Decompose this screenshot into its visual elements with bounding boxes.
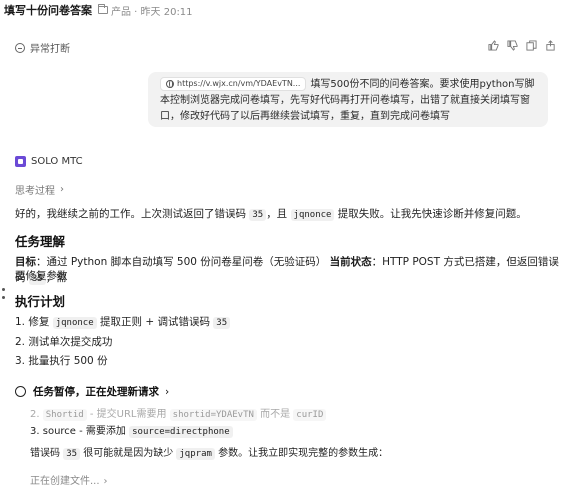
agent-name: SOLO MTC <box>31 156 83 167</box>
step-text: 测试单次提交成功 <box>28 336 113 348</box>
inline-code: curID <box>293 409 327 421</box>
inline-code: jqnonce <box>52 317 97 329</box>
inline-code: 35 <box>213 317 231 329</box>
thumbs-down-icon[interactable] <box>506 40 518 52</box>
plan-step: 1. 修复 jqnonce 提取正则 + 调试错误码 35 <box>15 314 231 331</box>
item-number: 2. <box>30 409 43 420</box>
item-label: source <box>42 426 76 437</box>
goal-label: 目标 <box>15 256 36 268</box>
error-text: 参数。让我立即实现完整的参数生成： <box>214 448 389 459</box>
agent-header: SOLO MTC <box>15 156 83 167</box>
goal-paragraph-line2: 要修复参数 <box>15 270 68 282</box>
inline-code: shortid=YDAEvTN <box>169 409 257 421</box>
inline-code: 35 <box>63 448 81 460</box>
interrupt-button[interactable]: 异常打断 <box>15 40 70 55</box>
chevron-right-icon: › <box>60 184 64 195</box>
heading-task-understanding: 任务理解 <box>15 234 66 249</box>
inline-code: jqpram <box>176 448 215 460</box>
conversation-meta: 产品 · 昨天 20:11 <box>98 3 193 18</box>
globe-icon <box>166 80 174 88</box>
url-chip[interactable]: https://v.wjx.cn/vm/YDAEvTN... <box>160 77 307 91</box>
intro-text-3: 提取失败。让我先快速诊断并修复问题。 <box>334 208 527 220</box>
pending-circle-icon <box>15 386 26 397</box>
project-and-time: 产品 · 昨天 20:11 <box>111 6 193 18</box>
item-text: - 需要添加 <box>75 426 130 437</box>
status-label: 任务暂停，正在处理新请求 <box>33 386 159 398</box>
heading-execution-plan: 执行计划 <box>15 294 66 309</box>
item-number: 3. <box>30 426 43 437</box>
step-number: 3. <box>15 355 29 367</box>
inline-code: 35 <box>249 209 267 221</box>
url-text: https://v.wjx.cn/vm/YDAEvTN... <box>177 79 301 88</box>
intro-text-1: 好的，我继续之前的工作。上次测试返回了错误码 <box>15 208 250 220</box>
error-text: 很可能就是因为缺少 <box>80 448 177 459</box>
inline-code: source=directphone <box>129 426 233 438</box>
creating-label: 正在创建文件... <box>30 476 100 487</box>
interrupt-label: 异常打断 <box>30 44 70 55</box>
goal-text: ：通过 Python 脚本自动填写 500 份问卷星问卷（无验证码） <box>36 256 330 268</box>
error-explanation: 错误码 35 很可能就是因为缺少 jqpram 参数。让我立即实现完整的参数生成… <box>30 446 388 462</box>
thumbs-up-icon[interactable] <box>487 40 499 52</box>
thinking-label: 思考过程 <box>15 186 55 197</box>
top-bar: 填写十份问卷答案 产品 · 昨天 20:11 <box>0 0 566 20</box>
chevron-right-icon: › <box>103 476 108 487</box>
intro-text-2: ，且 <box>266 208 291 220</box>
conversation-title: 填写十份问卷答案 <box>4 4 92 17</box>
faded-list-item: 2. Shortid - 提交URL需要用 shortid=YDAEvTN 而不… <box>30 405 327 421</box>
share-icon[interactable] <box>544 40 556 52</box>
chevron-right-icon: › <box>165 385 170 398</box>
agent-logo-icon <box>15 156 26 167</box>
inline-code: jqnonce <box>290 209 335 221</box>
state-label: 当前状态 <box>329 256 372 268</box>
source-list-item: 3. source - 需要添加 source=directphone <box>30 424 233 440</box>
goal-paragraph: 目标：通过 Python 脚本自动填写 500 份问卷星问卷（无验证码） 当前状… <box>15 254 566 287</box>
intro-paragraph: 好的，我继续之前的工作。上次测试返回了错误码 35 ，且 jqnonce 提取失败… <box>15 206 527 223</box>
plan-step: 2. 测试单次提交成功 <box>15 334 112 350</box>
item-text: - 提交URL需要用 <box>86 409 170 420</box>
plan-step: 3. 批量执行 500 份 <box>15 353 108 369</box>
task-status[interactable]: 任务暂停，正在处理新请求 › <box>15 384 169 399</box>
copy-icon[interactable] <box>525 40 537 52</box>
step-number: 1. <box>15 316 29 328</box>
error-text: 错误码 <box>30 448 64 459</box>
scroll-marker <box>2 288 5 291</box>
step-text: 提取正则 + 调试错误码 <box>96 316 214 328</box>
scroll-marker <box>2 296 5 299</box>
inline-code: Shortid <box>42 409 87 421</box>
user-message: https://v.wjx.cn/vm/YDAEvTN... 填写500份不同的… <box>148 72 548 127</box>
message-actions <box>487 40 556 52</box>
step-text: 批量执行 500 份 <box>28 355 108 367</box>
thinking-toggle[interactable]: 思考过程 › <box>15 182 64 197</box>
step-text: 修复 <box>28 316 53 328</box>
creating-file-status[interactable]: 正在创建文件... › <box>30 472 108 487</box>
step-number: 2. <box>15 336 29 348</box>
item-text: 而不是 <box>256 409 294 420</box>
stop-circle-icon <box>15 42 25 53</box>
folder-icon <box>98 4 108 14</box>
